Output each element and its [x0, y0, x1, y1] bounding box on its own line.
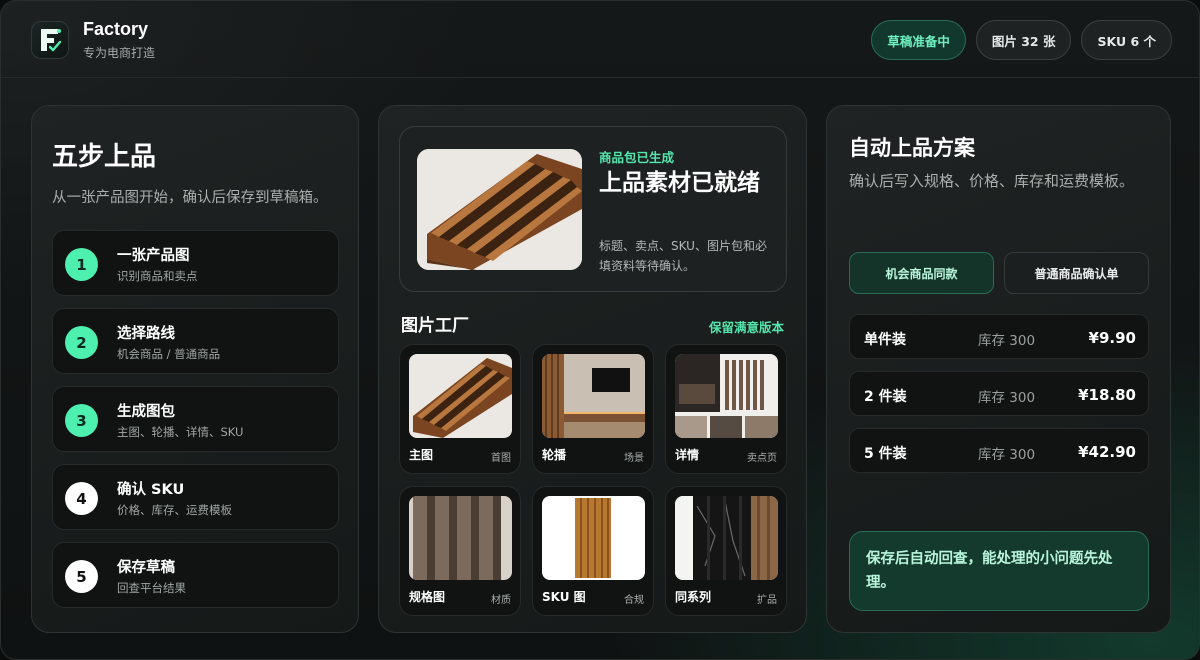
- sku-list: 单件装 库存 300 ¥9.90 2 件装 库存 300 ¥18.80 5 件装…: [849, 314, 1149, 485]
- draft-status-pill[interactable]: 草稿准备中: [871, 20, 966, 60]
- tile-name: 同系列: [675, 590, 712, 604]
- tile-tag: 合规: [624, 595, 644, 606]
- plan-title: 自动上品方案: [849, 136, 975, 160]
- tile-tag: 卖点页: [747, 453, 777, 464]
- image-tile-detail[interactable]: 详情 卖点页: [665, 344, 787, 474]
- step-number: 2: [65, 326, 98, 359]
- step-title: 选择路线: [117, 326, 175, 342]
- tab-opportunity-product[interactable]: 机会商品同款: [849, 252, 994, 294]
- sku-row[interactable]: 5 件装 库存 300 ¥42.90: [849, 428, 1149, 473]
- package-status-tag: 商品包已生成: [599, 150, 675, 165]
- step-item-4[interactable]: 4 确认 SKU 价格、库存、运费模板: [52, 464, 339, 530]
- sku-price: ¥18.80: [1078, 386, 1136, 404]
- step-title: 一张产品图: [117, 248, 190, 264]
- tile-tag: 首图: [491, 453, 511, 464]
- tile-name: 详情: [675, 448, 700, 462]
- detail-image-thumbnail: [675, 354, 778, 438]
- header-status-pills: 草稿准备中 图片 32 张 SKU 6 个: [871, 20, 1172, 60]
- main-image-thumbnail: [409, 354, 512, 438]
- steps-panel: 五步上品 从一张产品图开始，确认后保存到草稿箱。 1 一张产品图 识别商品和卖点…: [31, 105, 359, 633]
- sku-count-pill[interactable]: SKU 6 个: [1081, 20, 1172, 60]
- sku-stock: 库存 300: [978, 390, 1036, 406]
- image-tile-main[interactable]: 主图 首图: [399, 344, 521, 474]
- package-panel: 商品包已生成 上品素材已就绪 标题、卖点、SKU、图片包和必填资料等待确认。 图…: [378, 105, 807, 633]
- sku-name: 5 件装: [864, 446, 907, 462]
- step-subtitle: 价格、库存、运费模板: [117, 503, 232, 517]
- sku-stock: 库存 300: [978, 447, 1036, 463]
- package-description: 标题、卖点、SKU、图片包和必填资料等待确认。: [599, 239, 767, 273]
- sku-row[interactable]: 单件装 库存 300 ¥9.90: [849, 314, 1149, 359]
- step-subtitle: 主图、轮播、详情、SKU: [117, 425, 244, 439]
- product-hero-image: [417, 149, 582, 270]
- plan-description: 确认后写入规格、价格、库存和运费模板。: [849, 172, 1135, 190]
- sku-stock: 库存 300: [978, 333, 1036, 349]
- brand-subtitle: 专为电商打造: [83, 46, 156, 60]
- step-item-1[interactable]: 1 一张产品图 识别商品和卖点: [52, 230, 339, 296]
- step-number: 1: [65, 248, 98, 281]
- steps-list: 1 一张产品图 识别商品和卖点 2 选择路线 机会商品 / 普通商品 3 生成图…: [52, 230, 339, 620]
- step-subtitle: 机会商品 / 普通商品: [117, 347, 221, 361]
- brand: Factory 专为电商打造: [83, 19, 155, 61]
- sku-name: 单件装: [864, 332, 906, 348]
- sku-row[interactable]: 2 件装 库存 300 ¥18.80: [849, 371, 1149, 416]
- tile-tag: 材质: [491, 595, 511, 606]
- series-image-thumbnail: [675, 496, 778, 580]
- step-item-2[interactable]: 2 选择路线 机会商品 / 普通商品: [52, 308, 339, 374]
- steps-description: 从一张产品图开始，确认后保存到草稿箱。: [52, 190, 328, 206]
- carousel-image-thumbnail: [542, 354, 645, 438]
- sku-image-thumbnail: [542, 496, 645, 580]
- top-bar: Factory 专为电商打造 草稿准备中 图片 32 张 SKU 6 个: [1, 1, 1199, 78]
- step-number: 3: [65, 404, 98, 437]
- step-subtitle: 识别商品和卖点: [117, 269, 198, 283]
- step-subtitle: 回查平台结果: [117, 581, 186, 595]
- step-number: 5: [65, 560, 98, 593]
- image-tile-series[interactable]: 同系列 扩品: [665, 486, 787, 616]
- image-grid: 主图 首图 轮播 场景 详情 卖点页 规格图 材质 SKU 图 合规 同系列 扩…: [399, 344, 787, 616]
- image-count-pill[interactable]: 图片 32 张: [975, 20, 1072, 60]
- step-title: 保存草稿: [117, 560, 175, 576]
- spec-image-thumbnail: [409, 496, 512, 580]
- tab-regular-product[interactable]: 普通商品确认单: [1004, 252, 1149, 294]
- step-title: 确认 SKU: [117, 482, 185, 498]
- image-tile-carousel[interactable]: 轮播 场景: [532, 344, 654, 474]
- step-number: 4: [65, 482, 98, 515]
- sku-price: ¥9.90: [1088, 329, 1136, 347]
- plan-tabs: 机会商品同款 普通商品确认单: [849, 252, 1149, 294]
- package-summary-card: 商品包已生成 上品素材已就绪 标题、卖点、SKU、图片包和必填资料等待确认。: [399, 126, 787, 292]
- tile-name: 轮播: [542, 448, 567, 462]
- factory-logo-icon[interactable]: [31, 21, 69, 59]
- image-tile-sku[interactable]: SKU 图 合规: [532, 486, 654, 616]
- brand-name: Factory: [83, 19, 149, 39]
- image-factory-title: 图片工厂: [401, 316, 469, 336]
- tile-tag: 场景: [624, 453, 644, 464]
- step-item-5[interactable]: 5 保存草稿 回查平台结果: [52, 542, 339, 608]
- auto-check-note: 保存后自动回查，能处理的小问题先处理。: [849, 531, 1149, 611]
- tile-name: 规格图: [409, 590, 446, 604]
- app-window: Factory 专为电商打造 草稿准备中 图片 32 张 SKU 6 个 五步上…: [0, 0, 1200, 660]
- step-title: 生成图包: [117, 404, 175, 420]
- sku-name: 2 件装: [864, 389, 907, 405]
- tile-name: SKU 图: [542, 590, 586, 604]
- image-tile-spec[interactable]: 规格图 材质: [399, 486, 521, 616]
- keep-version-link[interactable]: 保留满意版本: [709, 317, 784, 336]
- steps-title: 五步上品: [52, 142, 157, 172]
- sku-price: ¥42.90: [1078, 443, 1136, 461]
- step-item-3[interactable]: 3 生成图包 主图、轮播、详情、SKU: [52, 386, 339, 452]
- plan-panel: 自动上品方案 确认后写入规格、价格、库存和运费模板。 机会商品同款 普通商品确认…: [826, 105, 1171, 633]
- tile-name: 主图: [409, 448, 434, 462]
- package-title: 上品素材已就绪: [599, 170, 760, 196]
- tile-tag: 扩品: [757, 595, 777, 606]
